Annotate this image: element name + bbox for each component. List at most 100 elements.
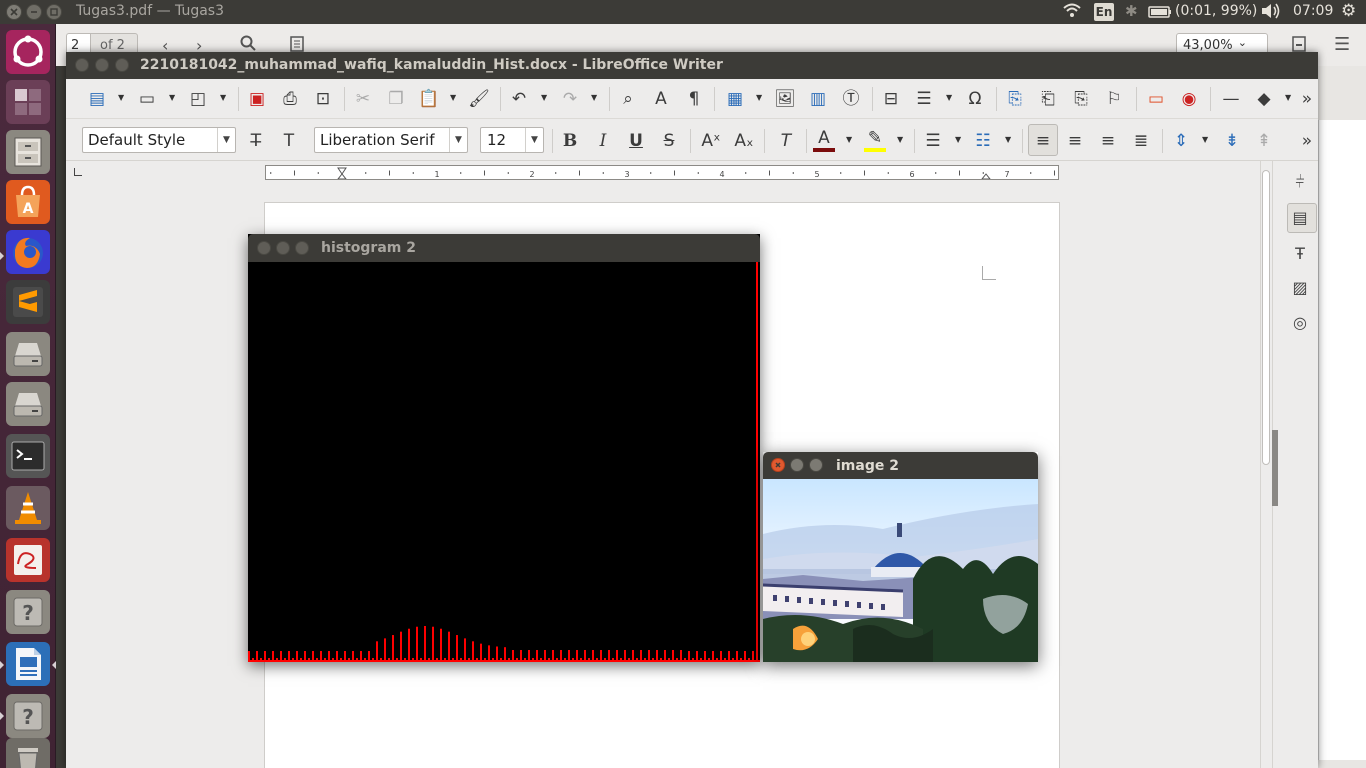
vertical-scrollbar-thumb[interactable]: [1262, 170, 1270, 465]
styles-icon[interactable]: Ŧ: [1289, 243, 1311, 265]
copy-icon[interactable]: ❐: [385, 88, 407, 110]
chevron-down-icon[interactable]: ▼: [897, 135, 903, 144]
launcher-unknown-app-2[interactable]: ?: [6, 694, 50, 738]
chevron-down-icon[interactable]: ▼: [591, 93, 597, 102]
formatting-marks-icon[interactable]: ¶: [683, 88, 705, 110]
font-color-icon[interactable]: A: [813, 127, 835, 149]
align-right-icon[interactable]: ≡: [1097, 130, 1119, 152]
chevron-down-icon[interactable]: ▼: [946, 93, 952, 102]
chevron-down-icon[interactable]: ▼: [217, 128, 235, 152]
launcher-vlc[interactable]: [6, 486, 50, 530]
chevron-down-icon[interactable]: ▼: [756, 93, 762, 102]
find-replace-icon[interactable]: ⌕: [617, 88, 639, 110]
subscript-icon[interactable]: Aₓ: [733, 130, 755, 152]
print-preview-icon[interactable]: ⊡: [312, 88, 334, 110]
left-indent-marker[interactable]: [337, 167, 347, 175]
track-changes-icon[interactable]: ◉: [1178, 88, 1200, 110]
chevron-down-icon[interactable]: ▼: [449, 128, 467, 152]
writer-minimize-button[interactable]: [95, 58, 109, 72]
cut-icon[interactable]: ✂: [352, 88, 374, 110]
superscript-icon[interactable]: Aˣ: [700, 130, 722, 152]
strikethrough-icon[interactable]: S: [658, 130, 680, 152]
close-window-button[interactable]: [6, 4, 22, 20]
insert-image-icon[interactable]: 🖼: [774, 88, 796, 110]
restore-window-button[interactable]: [46, 4, 62, 20]
chevron-down-icon[interactable]: ▼: [118, 93, 124, 102]
highlight-color-icon[interactable]: ✎: [864, 127, 886, 149]
gallery-icon[interactable]: ▨: [1289, 277, 1311, 299]
launcher-drive-2[interactable]: [6, 382, 50, 426]
hamburger-menu-icon[interactable]: ☰: [1334, 34, 1350, 55]
writer-close-button[interactable]: [75, 58, 89, 72]
special-character-icon[interactable]: Ω: [964, 88, 986, 110]
basic-shapes-icon[interactable]: ◆: [1253, 88, 1275, 110]
bold-icon[interactable]: B: [559, 130, 581, 152]
paragraph-style-select[interactable]: Default Style ▼: [82, 127, 236, 153]
wifi-icon[interactable]: [1062, 2, 1082, 22]
insert-line-icon[interactable]: —: [1220, 88, 1242, 110]
launcher-firefox[interactable]: [6, 230, 50, 274]
underline-icon[interactable]: U: [625, 130, 647, 152]
insert-footnote-icon[interactable]: ⎗: [1037, 88, 1059, 110]
export-pdf-icon[interactable]: ▣: [246, 88, 268, 110]
chevron-down-icon[interactable]: ▼: [955, 135, 961, 144]
insert-bookmark-icon[interactable]: ⚐: [1103, 88, 1125, 110]
save-icon[interactable]: ◰: [187, 88, 209, 110]
launcher-sublime-text[interactable]: [6, 280, 50, 324]
font-size-select[interactable]: 12 ▼: [480, 127, 544, 153]
chevron-down-icon[interactable]: ▼: [541, 93, 547, 102]
insert-chart-icon[interactable]: ▥: [807, 88, 829, 110]
toolbar-overflow-button[interactable]: »: [1296, 88, 1318, 110]
chevron-down-icon[interactable]: ▼: [220, 93, 226, 102]
insert-field-icon[interactable]: ☰: [913, 88, 935, 110]
decrease-paragraph-spacing-icon[interactable]: ⇞: [1253, 130, 1275, 152]
battery-status[interactable]: (0:01, 99%): [1175, 3, 1257, 19]
insert-text-box-icon[interactable]: Ⓣ: [840, 88, 862, 110]
first-line-indent-marker[interactable]: [337, 173, 347, 179]
chevron-down-icon[interactable]: ▼: [1285, 93, 1291, 102]
histogram-close-button[interactable]: [257, 241, 271, 255]
minimize-window-button[interactable]: [26, 4, 42, 20]
chevron-down-icon[interactable]: ▼: [846, 135, 852, 144]
keyboard-layout-indicator[interactable]: En: [1094, 3, 1114, 21]
horizontal-ruler[interactable]: 1 2 3 4 5 6 7: [265, 165, 1059, 180]
clone-formatting-icon[interactable]: 🖌: [468, 88, 490, 110]
spelling-icon[interactable]: A: [650, 88, 672, 110]
clear-formatting-icon[interactable]: T: [775, 130, 797, 152]
gear-icon[interactable]: ⚙: [1341, 1, 1356, 21]
battery-icon[interactable]: [1148, 6, 1172, 22]
insert-hyperlink-icon[interactable]: ⎘: [1004, 88, 1026, 110]
chevron-down-icon[interactable]: ▼: [169, 93, 175, 102]
launcher-terminal[interactable]: [6, 434, 50, 478]
launcher-libreoffice-writer[interactable]: [6, 642, 50, 686]
print-icon[interactable]: ⎙: [279, 88, 301, 110]
insert-endnote-icon[interactable]: ⎘: [1070, 88, 1092, 110]
histogram-minimize-button[interactable]: [276, 241, 290, 255]
insert-page-break-icon[interactable]: ⊟: [880, 88, 902, 110]
clock[interactable]: 07:09: [1293, 3, 1333, 19]
align-center-icon[interactable]: ≡: [1064, 130, 1086, 152]
chevron-down-icon[interactable]: ▼: [1202, 135, 1208, 144]
launcher-evince[interactable]: [6, 538, 50, 582]
bluetooth-icon[interactable]: ✱: [1125, 2, 1138, 20]
launcher-files[interactable]: [6, 130, 50, 174]
histogram-maximize-button[interactable]: [295, 241, 309, 255]
insert-comment-icon[interactable]: ▭: [1145, 88, 1167, 110]
right-indent-marker[interactable]: [981, 173, 991, 179]
undo-icon[interactable]: ↶: [508, 88, 530, 110]
chevron-down-icon[interactable]: ▼: [525, 128, 543, 152]
update-style-icon[interactable]: T̶: [245, 130, 267, 152]
sidebar-collapse-handle[interactable]: [1272, 430, 1278, 506]
chevron-down-icon[interactable]: ▼: [450, 93, 456, 102]
line-spacing-icon[interactable]: ⇕: [1170, 130, 1192, 152]
justify-icon[interactable]: ≣: [1130, 130, 1152, 152]
launcher-software-center[interactable]: A: [6, 180, 50, 224]
italic-icon[interactable]: I: [592, 130, 614, 152]
new-style-icon[interactable]: T: [278, 130, 300, 152]
tab-stop-selector[interactable]: [74, 168, 82, 176]
launcher-workspace-switcher[interactable]: [6, 80, 50, 124]
image-close-button[interactable]: [771, 458, 785, 472]
launcher-ubuntu-dash[interactable]: [6, 30, 50, 74]
launcher-trash[interactable]: [6, 738, 50, 768]
image-maximize-button[interactable]: [809, 458, 823, 472]
